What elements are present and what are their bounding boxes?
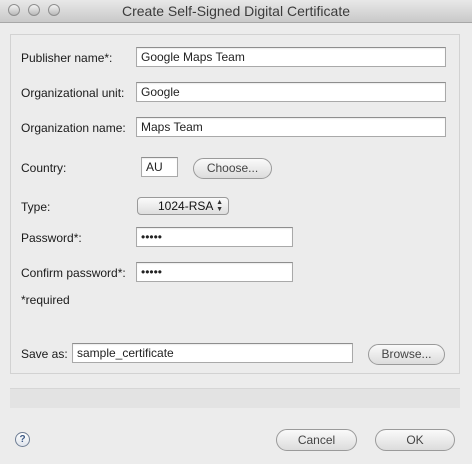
save-as-input[interactable] [72, 343, 353, 363]
type-selected-value: 1024-RSA [158, 199, 214, 213]
type-label: Type: [21, 200, 51, 214]
organizational-unit-input[interactable] [136, 82, 446, 102]
certificate-dialog: Create Self-Signed Digital Certificate P… [0, 0, 472, 464]
title-bar: Create Self-Signed Digital Certificate [0, 0, 472, 23]
choose-country-button[interactable]: Choose... [193, 158, 272, 179]
help-icon[interactable]: ? [15, 432, 30, 447]
publisher-name-label: Publisher name*: [21, 51, 113, 65]
organizational-unit-label: Organizational unit: [21, 86, 125, 100]
confirm-password-label: Confirm password*: [21, 266, 126, 280]
ok-button[interactable]: OK [375, 429, 455, 451]
organization-name-label: Organization name: [21, 121, 126, 135]
cancel-button[interactable]: Cancel [276, 429, 357, 451]
save-as-label: Save as: [21, 347, 68, 361]
window-title: Create Self-Signed Digital Certificate [122, 3, 350, 19]
type-select[interactable]: 1024-RSA ▲ ▼ [137, 197, 229, 215]
password-label: Password*: [21, 231, 82, 245]
country-label: Country: [21, 161, 67, 175]
select-arrows-icon: ▲ ▼ [216, 199, 223, 213]
country-input[interactable] [141, 157, 178, 177]
browse-button[interactable]: Browse... [368, 344, 445, 365]
confirm-password-input[interactable] [136, 262, 293, 282]
status-strip [10, 388, 460, 408]
publisher-name-input[interactable] [136, 47, 446, 67]
required-note: *required [21, 293, 70, 307]
organization-name-input[interactable] [136, 117, 446, 137]
password-input[interactable] [136, 227, 293, 247]
